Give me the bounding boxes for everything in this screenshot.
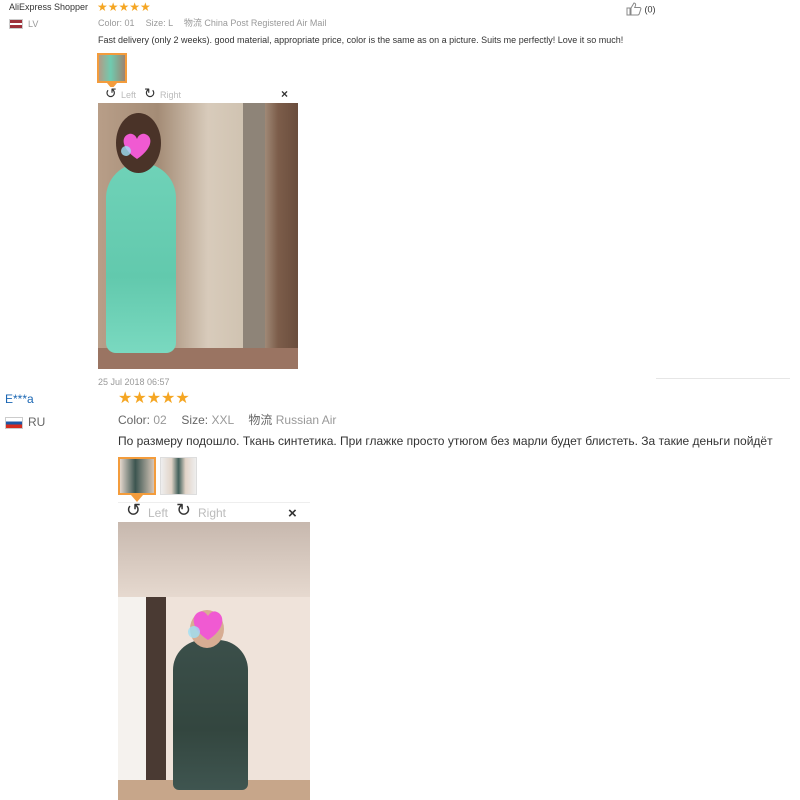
review-photo-large [98,103,298,369]
rotate-right-label[interactable]: Right [198,506,226,520]
image-viewer-toolbar: ↺ Left ↻ Right × [118,500,310,523]
rotate-right-icon[interactable]: ↻ [144,85,156,102]
rotate-left-label[interactable]: Left [148,506,168,520]
image-viewer-toolbar: ↺ Left ↻ Right × [98,85,298,103]
rotate-left-label[interactable]: Left [121,90,136,100]
size-label: Size: [181,413,209,427]
rotate-right-label[interactable]: Right [160,90,181,100]
shipping-value: Russian Air [275,413,337,427]
flag-ru-icon [5,417,23,429]
color-value: 02 [153,413,167,427]
color-label: Color: [118,413,151,427]
shipping-label: 物流 [183,18,202,28]
country-code: RU [28,415,46,429]
reviewer-name[interactable]: E***a [5,392,34,406]
face-cover-sticker [120,131,154,161]
rating-stars: ★★★★★ [118,390,190,407]
size-value: XXL [211,413,234,427]
person-figure [106,163,176,353]
review-divider [656,378,790,379]
rotate-left-icon[interactable]: ↺ [105,85,117,102]
flag-lv-icon [9,19,23,29]
rotate-left-icon[interactable]: ↺ [126,500,141,521]
size-label: Size: [145,18,166,28]
review-photo-large [118,522,310,800]
color-label: Color: [98,18,123,28]
shipping-value: China Post Registered Air Mail [204,18,327,28]
thumbs-up-icon [626,2,642,18]
review-photo-thumbnail[interactable] [118,457,156,495]
close-icon[interactable]: × [288,505,297,522]
review-text: Fast delivery (only 2 weeks). good mater… [98,35,624,45]
face-cover-sticker [186,606,228,644]
helpful-count: (0) [644,4,656,15]
review-photo-thumbnail[interactable] [160,457,197,495]
review-text: По размеру подошло. Ткань синтетика. При… [118,434,773,448]
person-figure [173,640,248,790]
rating-stars: ★★★★★ [97,0,151,14]
color-value: 01 [124,18,135,28]
shipping-label: 物流 [248,413,273,427]
size-value: L [168,18,173,28]
review-date: 25 Jul 2018 06:57 [98,377,170,387]
country-code: LV [28,19,39,29]
rotate-right-icon[interactable]: ↻ [176,500,191,521]
review-meta: Color: 01 Size: L 物流 China Post Register… [98,16,326,29]
review-photo-thumbnail[interactable] [97,53,127,83]
helpful-button[interactable]: (0) [626,2,656,18]
reviewer-name[interactable]: AliExpress Shopper [9,2,88,12]
close-icon[interactable]: × [281,87,288,101]
review-meta: Color: 02 Size: XXL 物流 Russian Air [118,411,336,428]
